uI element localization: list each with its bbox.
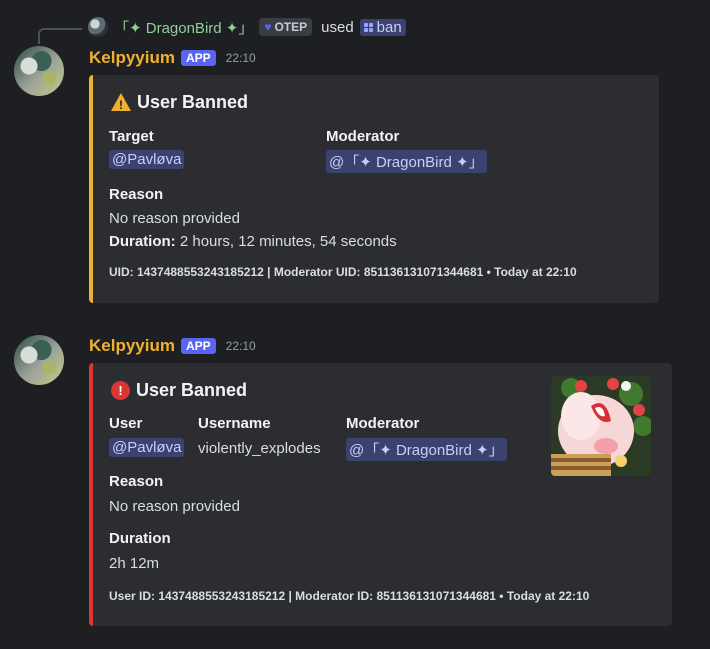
reply-username[interactable]: 「✦ DragonBird ✦」 xyxy=(114,17,253,38)
timestamp[interactable]: 22:10 xyxy=(226,339,256,353)
embed-thumbnail[interactable] xyxy=(551,376,651,476)
duration-label: Duration: xyxy=(109,233,176,250)
target-user-mention[interactable]: @Pavløva xyxy=(109,150,185,169)
used-text: used xyxy=(321,18,354,36)
duration-value: 2 hours, 12 minutes, 54 seconds xyxy=(179,233,397,250)
field-duration: Duration: 2 hours, 12 minutes, 54 second… xyxy=(109,233,397,250)
field-reason-value: No reason provided xyxy=(109,498,240,515)
moderator-mention[interactable]: @「✦ DragonBird ✦」 xyxy=(326,150,487,173)
command-mention[interactable]: ban xyxy=(359,18,406,36)
embed-title-text: User Banned xyxy=(137,92,249,112)
reply-avatar[interactable] xyxy=(88,17,108,37)
field-username-label: Username xyxy=(198,415,271,432)
guild-tag-text: OTEP xyxy=(274,20,308,34)
command-name: ban xyxy=(376,18,402,36)
thumbnail-image xyxy=(551,376,651,476)
author-name[interactable]: Kelpyyium xyxy=(89,48,175,68)
app-badge: APP xyxy=(180,50,216,66)
reply-reference[interactable]: 「✦ DragonBird ✦」 ♥ OTEP used ban xyxy=(88,16,406,38)
field-moderator-label: Moderator xyxy=(326,128,400,145)
embed-title: ! User Banned xyxy=(111,380,247,401)
field-target-label: Target xyxy=(109,128,154,145)
app-badge: APP xyxy=(180,338,216,354)
field-moderator-label: Moderator xyxy=(346,415,420,432)
embed-title: ! User Banned xyxy=(111,92,248,113)
heart-icon: ♥ xyxy=(264,20,272,34)
author-name[interactable]: Kelpyyium xyxy=(89,336,175,356)
guild-tag-badge[interactable]: ♥ OTEP xyxy=(259,18,313,36)
field-reason-label: Reason xyxy=(109,186,164,203)
timestamp[interactable]: 22:10 xyxy=(226,51,256,65)
field-duration-label: Duration xyxy=(109,530,171,547)
message-header: Kelpyyium APP 22:10 xyxy=(89,336,256,356)
embed-title-text: User Banned xyxy=(136,380,248,400)
moderator-mention[interactable]: @「✦ DragonBird ✦」 xyxy=(346,438,507,461)
field-reason-value: No reason provided xyxy=(109,210,240,227)
warning-icon: ! xyxy=(111,92,131,112)
field-user-label: User xyxy=(109,415,143,432)
author-avatar[interactable] xyxy=(14,335,64,385)
author-avatar[interactable] xyxy=(14,46,64,96)
error-icon: ! xyxy=(111,381,130,400)
field-reason-label: Reason xyxy=(109,473,164,490)
command-icon xyxy=(363,22,373,32)
field-duration-value: 2h 12m xyxy=(109,555,160,572)
embed-footer: UID: 1437488553243185212 | Moderator UID… xyxy=(109,265,577,279)
user-mention[interactable]: @Pavløva xyxy=(109,438,185,457)
embed-footer: User ID: 1437488553243185212 | Moderator… xyxy=(109,589,590,603)
ban-embed-1: ! User Banned Target @Pavløva Moderator … xyxy=(89,75,659,303)
reply-spine xyxy=(38,28,82,44)
field-username-value: violently_explodes xyxy=(198,440,321,457)
message-header: Kelpyyium APP 22:10 xyxy=(89,48,256,68)
